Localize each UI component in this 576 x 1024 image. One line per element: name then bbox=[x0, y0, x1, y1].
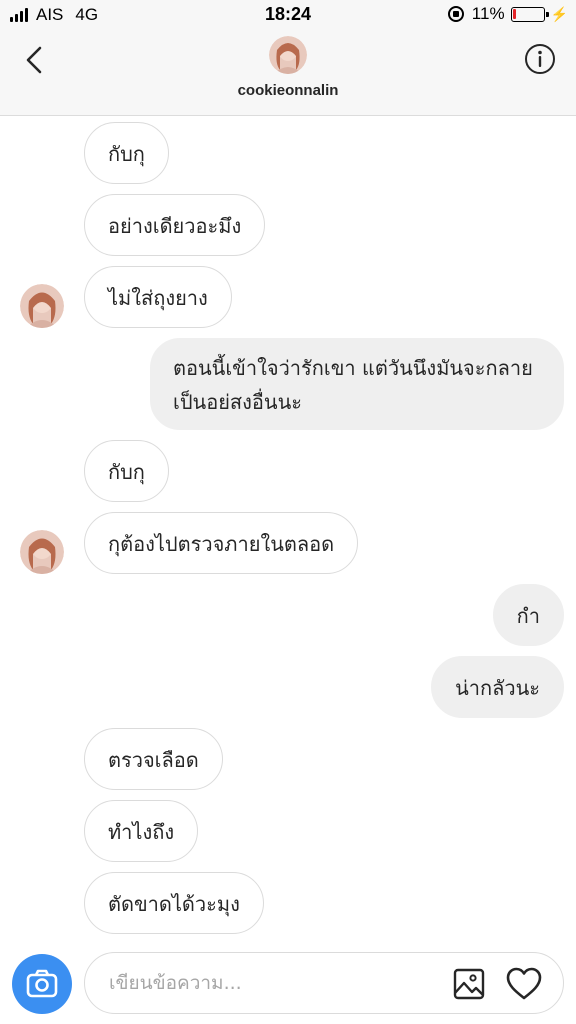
back-button[interactable] bbox=[18, 42, 54, 78]
message-list[interactable]: กับกุ อย่างเดียวอะมึง ไม่ใส่ถุงยาง ตอนนี… bbox=[0, 116, 576, 944]
message-bubble-incoming[interactable]: ทำไงถึง bbox=[84, 800, 199, 862]
chevron-left-icon bbox=[26, 46, 42, 74]
gallery-icon bbox=[453, 968, 485, 1000]
message-bubble-incoming[interactable]: กับกุ bbox=[84, 122, 169, 184]
camera-button[interactable] bbox=[12, 954, 72, 1014]
charging-icon: ⚡ bbox=[550, 5, 568, 22]
header-username[interactable]: cookieonnalin bbox=[0, 82, 576, 99]
message-bubble-incoming[interactable]: กุต้องไปตรวจภายในตลอด bbox=[84, 512, 359, 574]
info-icon bbox=[525, 44, 555, 74]
heart-icon bbox=[506, 967, 542, 1000]
avatar[interactable] bbox=[269, 36, 307, 74]
battery-icon bbox=[510, 6, 549, 22]
message-bubble-incoming[interactable]: ตรวจเลือด bbox=[84, 728, 223, 790]
message-composer[interactable]: เขียนข้อความ... bbox=[84, 952, 564, 1014]
message-bubble-incoming[interactable]: กับกุ bbox=[84, 440, 169, 502]
camera-icon bbox=[26, 969, 58, 998]
gallery-button[interactable] bbox=[451, 966, 487, 1002]
status-right: 11% ⚡ bbox=[447, 4, 568, 24]
battery-percent: 11% bbox=[471, 4, 505, 23]
message-input[interactable]: เขียนข้อความ... bbox=[109, 953, 242, 1013]
rotation-lock-icon bbox=[447, 6, 464, 22]
avatar[interactable] bbox=[20, 284, 64, 328]
message-bubble-incoming[interactable]: ไม่ใส่ถุงยาง bbox=[84, 266, 232, 328]
message-bubble-incoming[interactable]: ตัดขาดได้วะมุง bbox=[84, 872, 264, 934]
message-bubble-outgoing[interactable]: น่ากลัวนะ bbox=[431, 656, 564, 718]
message-bubble-outgoing[interactable]: กำ bbox=[492, 584, 564, 646]
info-button[interactable] bbox=[524, 43, 556, 75]
status-bar: AIS 4G 18:24 11% ⚡ bbox=[0, 0, 576, 30]
message-bubble-outgoing[interactable]: ตอนนี้เข้าใจว่ารักเขา แต่วันนึงมันจะกลาย… bbox=[150, 338, 564, 430]
like-button[interactable] bbox=[505, 965, 543, 1003]
message-bubble-incoming[interactable]: อย่างเดียวอะมึง bbox=[84, 194, 266, 256]
chat-header: cookieonnalin bbox=[0, 30, 576, 116]
battery-fill bbox=[513, 9, 517, 19]
avatar[interactable] bbox=[20, 530, 64, 574]
